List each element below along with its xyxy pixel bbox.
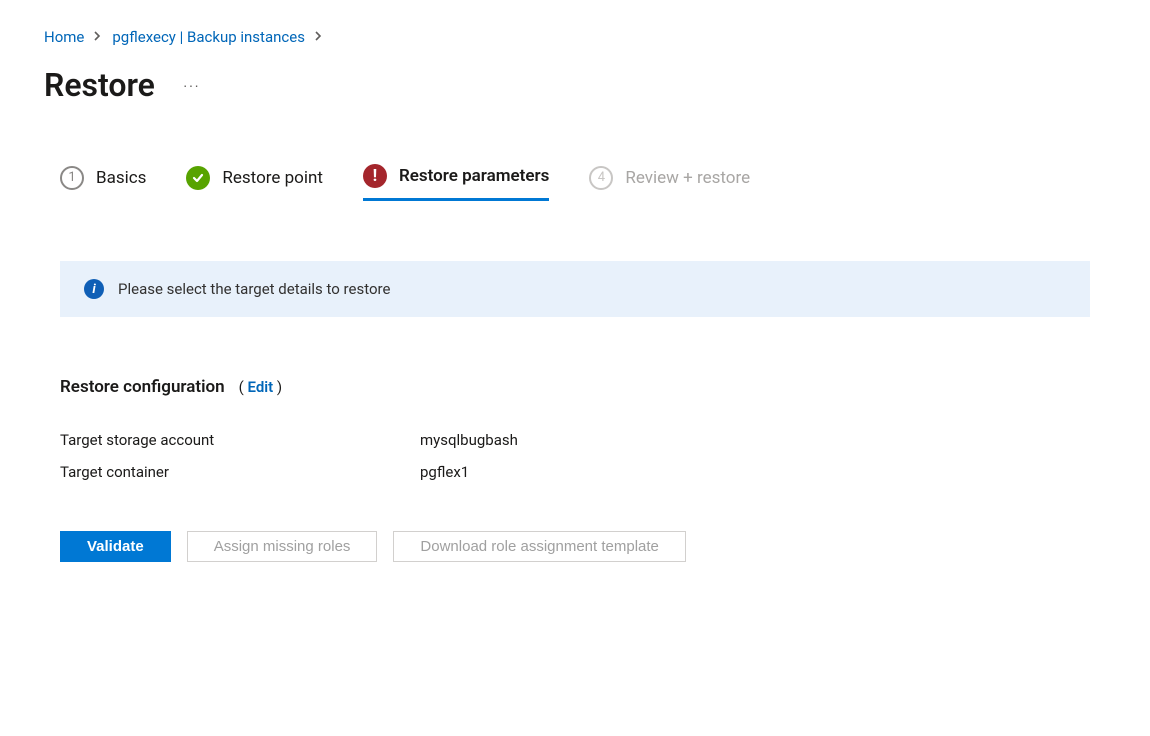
section-title: Restore configuration — [60, 377, 225, 397]
step-number-icon: 4 — [589, 166, 613, 190]
step-label: Review + restore — [625, 168, 750, 188]
restore-configuration-section: Restore configuration ( Edit ) Target st… — [60, 377, 1090, 481]
breadcrumb-parent[interactable]: pgflexecy | Backup instances — [112, 28, 305, 46]
step-basics[interactable]: 1 Basics — [60, 166, 146, 200]
step-label: Basics — [96, 168, 146, 188]
step-label: Restore point — [222, 168, 323, 188]
breadcrumb-home[interactable]: Home — [44, 28, 84, 46]
validate-button[interactable]: Validate — [60, 531, 171, 562]
config-value: mysqlbugbash — [420, 431, 518, 449]
step-review-restore[interactable]: 4 Review + restore — [589, 166, 750, 200]
wizard-stepper: 1 Basics Restore point ! Restore paramet… — [60, 164, 1090, 201]
step-restore-point[interactable]: Restore point — [186, 166, 323, 200]
step-label: Restore parameters — [399, 166, 549, 186]
breadcrumb: Home pgflexecy | Backup instances — [44, 28, 1106, 46]
checkmark-icon — [186, 166, 210, 190]
chevron-right-icon — [94, 30, 102, 44]
config-label: Target container — [60, 463, 420, 481]
edit-group: ( Edit ) — [239, 378, 283, 396]
error-icon: ! — [363, 164, 387, 188]
action-buttons: Validate Assign missing roles Download r… — [60, 531, 1090, 562]
step-number-icon: 1 — [60, 166, 84, 190]
download-role-template-button[interactable]: Download role assignment template — [393, 531, 685, 562]
more-button[interactable]: ··· — [179, 73, 204, 97]
edit-link[interactable]: Edit — [248, 378, 274, 396]
info-icon: i — [84, 279, 104, 299]
info-banner: i Please select the target details to re… — [60, 261, 1090, 317]
config-row-target-container: Target container pgflex1 — [60, 463, 1090, 481]
assign-missing-roles-button[interactable]: Assign missing roles — [187, 531, 378, 562]
config-value: pgflex1 — [420, 463, 469, 481]
chevron-right-icon — [315, 30, 323, 44]
step-restore-parameters[interactable]: ! Restore parameters — [363, 164, 549, 201]
info-text: Please select the target details to rest… — [118, 280, 390, 298]
config-label: Target storage account — [60, 431, 420, 449]
page-title: Restore — [44, 66, 155, 104]
title-row: Restore ··· — [44, 66, 1106, 104]
config-row-target-storage: Target storage account mysqlbugbash — [60, 431, 1090, 449]
